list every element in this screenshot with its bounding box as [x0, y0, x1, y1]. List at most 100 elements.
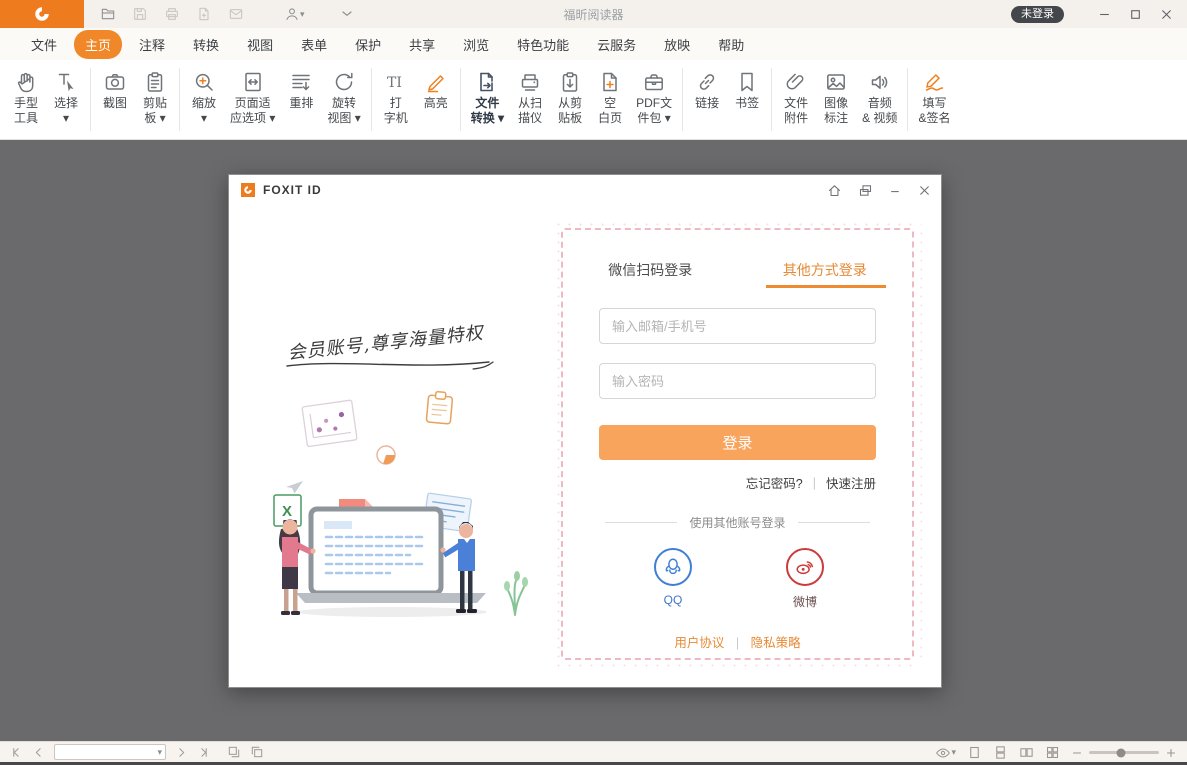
- email-field[interactable]: [599, 308, 876, 344]
- dialog-close-button[interactable]: [918, 184, 931, 197]
- tab-view[interactable]: 视图: [236, 30, 284, 59]
- ribbon-fit-options[interactable]: 页面适 应选项 ▾: [224, 60, 281, 139]
- ribbon-blank-page[interactable]: 空 白页: [590, 60, 630, 139]
- ribbon-reflow[interactable]: 重排: [281, 60, 321, 139]
- login-status-badge[interactable]: 未登录: [1011, 6, 1064, 23]
- qq-icon[interactable]: [654, 548, 692, 586]
- other-accounts-divider: 使用其他账号登录: [563, 514, 912, 531]
- scanner-icon: [518, 69, 542, 95]
- zoom-slider-thumb[interactable]: [1116, 748, 1125, 757]
- ribbon-label: 描仪: [518, 111, 542, 125]
- portfolio-icon: [642, 69, 666, 95]
- print-icon[interactable]: [164, 6, 180, 22]
- ribbon-file-convert[interactable]: 文件 转换 ▾: [465, 60, 510, 139]
- open-file-icon[interactable]: [100, 6, 116, 22]
- save-icon[interactable]: [132, 6, 148, 22]
- tab-cloud-services[interactable]: 云服务: [586, 30, 647, 59]
- qq-login[interactable]: QQ: [653, 548, 693, 607]
- tab-features[interactable]: 特色功能: [506, 30, 580, 59]
- ribbon-link[interactable]: 链接: [687, 60, 727, 139]
- close-button[interactable]: [1160, 8, 1173, 21]
- ribbon-hand-tool[interactable]: 手型 工具: [6, 60, 46, 139]
- ribbon-label: 打: [390, 96, 402, 110]
- image-icon: [824, 69, 848, 95]
- zoom-in-icon[interactable]: [1165, 747, 1177, 759]
- maximize-button[interactable]: [1129, 8, 1142, 21]
- ribbon-label: 截图: [103, 96, 127, 110]
- ribbon-from-clipboard[interactable]: 从剪 贴板: [550, 60, 590, 139]
- ribbon-highlight[interactable]: 高亮: [416, 60, 456, 139]
- customize-toolbar-icon[interactable]: [339, 6, 355, 22]
- legal-links: 用户协议 | 隐私策略: [563, 632, 912, 651]
- tab-browse[interactable]: 浏览: [452, 30, 500, 59]
- password-field[interactable]: [599, 363, 876, 399]
- deco-chart-card: [302, 400, 357, 447]
- page-number-input[interactable]: [58, 746, 157, 758]
- next-page-icon[interactable]: [175, 746, 188, 759]
- ribbon-label: 标注: [824, 111, 848, 125]
- tab-comment[interactable]: 注释: [128, 30, 176, 59]
- last-page-icon[interactable]: [197, 746, 210, 759]
- tab-share[interactable]: 共享: [398, 30, 446, 59]
- ribbon-label: 件包 ▾: [637, 111, 670, 125]
- prev-page-icon[interactable]: [32, 746, 45, 759]
- single-page-view-icon[interactable]: [967, 745, 982, 760]
- clipboard-paste-icon: [558, 69, 582, 95]
- home-icon[interactable]: [827, 183, 842, 198]
- tab-form[interactable]: 表单: [290, 30, 338, 59]
- ribbon-clipboard[interactable]: 剪贴 板 ▾: [135, 60, 175, 139]
- ribbon-zoom[interactable]: 缩放 ▾: [184, 60, 224, 139]
- dialog-minimize-button[interactable]: [889, 184, 902, 197]
- tab-protect[interactable]: 保护: [344, 30, 392, 59]
- continuous-view-icon[interactable]: [993, 745, 1008, 760]
- ribbon-image-annotation[interactable]: 图像 标注: [816, 60, 856, 139]
- privacy-policy-link[interactable]: 隐私策略: [751, 636, 801, 650]
- tab-wechat-login[interactable]: 微信扫码登录: [563, 260, 738, 280]
- ribbon-from-scanner[interactable]: 从扫 描仪: [510, 60, 550, 139]
- dialog-title: FOXIT ID: [263, 183, 322, 197]
- ribbon-rotate-view[interactable]: 旋转 视图 ▾: [321, 60, 366, 139]
- minimize-button[interactable]: [1098, 8, 1111, 21]
- facing-view-icon[interactable]: [1019, 745, 1034, 760]
- ribbon-file-attachment[interactable]: 文件 附件: [776, 60, 816, 139]
- forgot-password-link[interactable]: 忘记密码?: [746, 473, 803, 492]
- hand-icon: [14, 69, 38, 95]
- ribbon-typewriter[interactable]: TI 打 字机: [376, 60, 416, 139]
- ribbon-label: 字机: [384, 111, 408, 125]
- tab-convert[interactable]: 转换: [182, 30, 230, 59]
- ribbon-label: 缩放: [192, 96, 216, 110]
- ribbon-pdf-portfolio[interactable]: PDF文 件包 ▾: [630, 60, 678, 139]
- zoom-out-icon[interactable]: [1071, 747, 1083, 759]
- reading-mode-icon[interactable]: ▾: [935, 745, 956, 761]
- ribbon-bookmark[interactable]: 书签: [727, 60, 767, 139]
- mail-icon[interactable]: [228, 6, 244, 22]
- next-view-icon[interactable]: [250, 745, 264, 759]
- ribbon-snapshot[interactable]: 截图: [95, 60, 135, 139]
- ribbon-label: 页面适: [235, 96, 271, 110]
- speaker-icon: [868, 69, 892, 95]
- tab-help[interactable]: 帮助: [707, 30, 755, 59]
- ribbon-label: 空: [604, 96, 616, 110]
- quick-register-link[interactable]: 快速注册: [826, 473, 876, 492]
- document-canvas: FOXIT ID 会员账号,尊享海量特权: [0, 140, 1187, 741]
- windows-icon[interactable]: [858, 183, 873, 198]
- tab-home[interactable]: 主页: [74, 30, 122, 59]
- ribbon-audio-video[interactable]: 音频 & 视频: [856, 60, 903, 139]
- prev-view-icon[interactable]: [227, 745, 241, 759]
- account-icon[interactable]: ▾: [284, 6, 305, 22]
- page-number-box[interactable]: ▾: [54, 744, 166, 760]
- divider-text: 使用其他账号登录: [689, 514, 785, 531]
- export-page-icon[interactable]: [196, 6, 212, 22]
- quad-view-icon[interactable]: [1045, 745, 1060, 760]
- tab-other-login[interactable]: 其他方式登录: [738, 260, 913, 280]
- weibo-icon[interactable]: [786, 548, 824, 586]
- ribbon-select-tool[interactable]: 选择 ▾: [46, 60, 86, 139]
- first-page-icon[interactable]: [10, 746, 23, 759]
- weibo-login[interactable]: 微博: [785, 548, 825, 610]
- login-button[interactable]: 登录: [599, 425, 876, 460]
- ribbon-fill-sign[interactable]: 填写 &签名: [912, 60, 956, 139]
- zoom-slider-track[interactable]: [1089, 751, 1159, 754]
- tab-slideshow[interactable]: 放映: [653, 30, 701, 59]
- user-agreement-link[interactable]: 用户协议: [674, 636, 724, 650]
- tab-file[interactable]: 文件: [20, 30, 68, 59]
